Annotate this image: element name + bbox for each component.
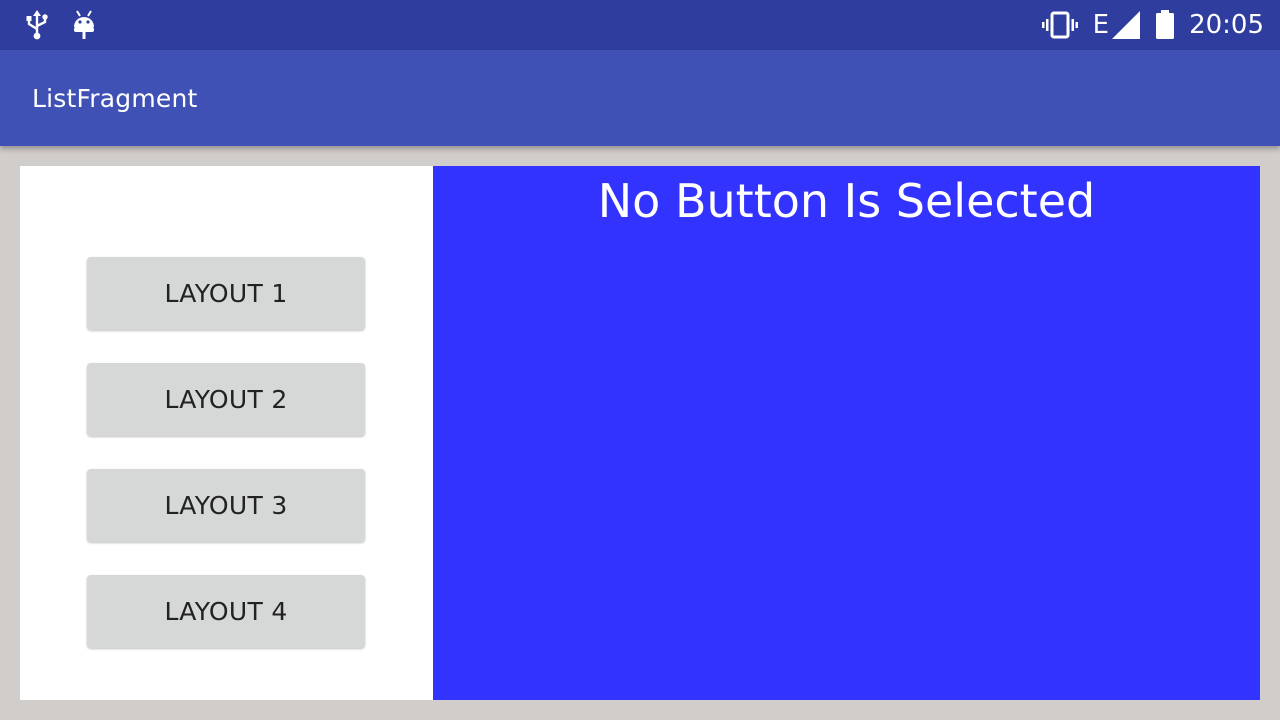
selection-status-heading: No Button Is Selected xyxy=(597,174,1096,228)
signal-e-icon: E xyxy=(1093,10,1141,40)
status-bar: E 20:05 xyxy=(0,0,1280,50)
status-right-icons: E 20:05 xyxy=(1041,8,1264,42)
detail-fragment: No Button Is Selected xyxy=(433,166,1260,700)
vibrate-icon xyxy=(1041,10,1079,40)
status-time: 20:05 xyxy=(1189,10,1264,40)
battery-icon xyxy=(1155,10,1175,40)
layout-1-button[interactable]: LAYOUT 1 xyxy=(87,257,365,330)
app-bar: ListFragment xyxy=(0,50,1280,146)
network-type-label: E xyxy=(1092,10,1110,40)
layout-3-button[interactable]: LAYOUT 3 xyxy=(87,469,365,542)
layout-2-button[interactable]: LAYOUT 2 xyxy=(87,363,365,436)
usb-icon xyxy=(24,10,50,40)
button-list-fragment: LAYOUT 1 LAYOUT 2 LAYOUT 3 LAYOUT 4 xyxy=(20,166,433,700)
app-title: ListFragment xyxy=(32,84,198,113)
android-debug-icon xyxy=(72,10,96,40)
status-left-icons xyxy=(24,10,96,40)
layout-4-button[interactable]: LAYOUT 4 xyxy=(87,575,365,648)
